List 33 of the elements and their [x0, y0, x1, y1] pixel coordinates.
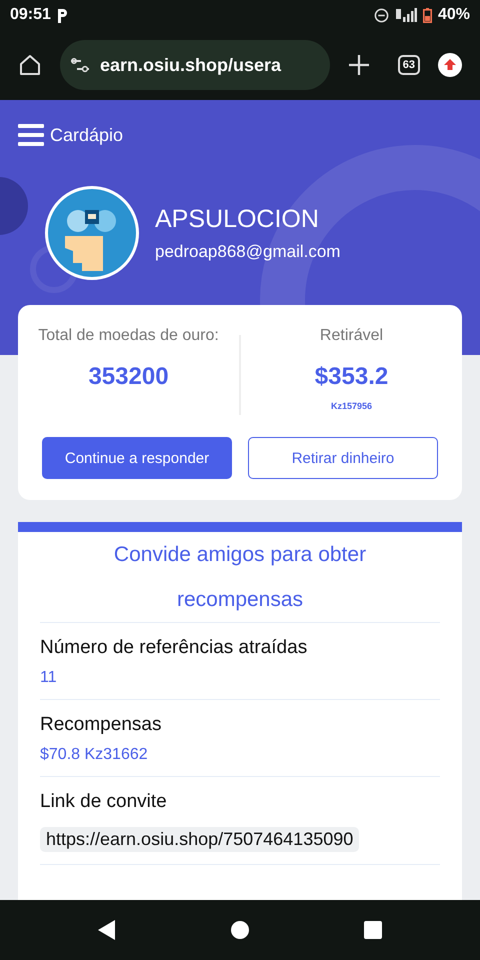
upload-icon[interactable]	[438, 53, 462, 77]
new-tab-icon[interactable]	[348, 54, 370, 76]
menu-label[interactable]: Cardápio	[50, 124, 124, 146]
address-bar[interactable]: earn.osiu.shop/usera	[60, 40, 330, 90]
row-label: Número de referências atraídas	[40, 637, 308, 659]
withdrawable-value: $353.2	[314, 363, 388, 391]
recents-icon[interactable]	[364, 921, 382, 939]
user-email: pedroap868@gmail.com	[155, 242, 340, 262]
status-time: 09:51	[10, 6, 51, 24]
parking-icon	[56, 8, 69, 22]
row-value: 11	[40, 669, 57, 687]
invite-title: Convide amigos para obter recompensas	[40, 532, 440, 623]
tab-count-button[interactable]: 63	[398, 55, 420, 75]
coins-label: Total de moedas de ouro:	[38, 327, 219, 345]
do-not-disturb-icon	[374, 8, 389, 22]
back-icon[interactable]	[98, 920, 116, 940]
home-icon[interactable]	[18, 53, 42, 77]
withdrawable-label: Retirável	[320, 327, 384, 345]
withdraw-button[interactable]: Retirar dinheiro	[248, 437, 438, 479]
signal-icon	[394, 8, 417, 22]
menu-icon[interactable]	[18, 122, 44, 148]
withdrawable-local-value: Kz157956	[330, 401, 372, 411]
row-value: $70.8 Kz31662	[40, 746, 148, 764]
username: APSULOCION	[155, 204, 320, 234]
site-settings-icon[interactable]	[70, 57, 90, 73]
home-button-icon[interactable]	[230, 921, 249, 939]
invite-link-field[interactable]: https://earn.osiu.shop/7507464135090	[40, 827, 360, 852]
battery-level: 40%	[438, 6, 470, 24]
battery-icon	[422, 8, 432, 22]
row-label: Recompensas	[40, 714, 162, 736]
continue-button[interactable]: Continue a responder	[42, 437, 232, 479]
coins-value: 353200	[88, 363, 169, 391]
row-label: Link de convite	[40, 791, 167, 813]
